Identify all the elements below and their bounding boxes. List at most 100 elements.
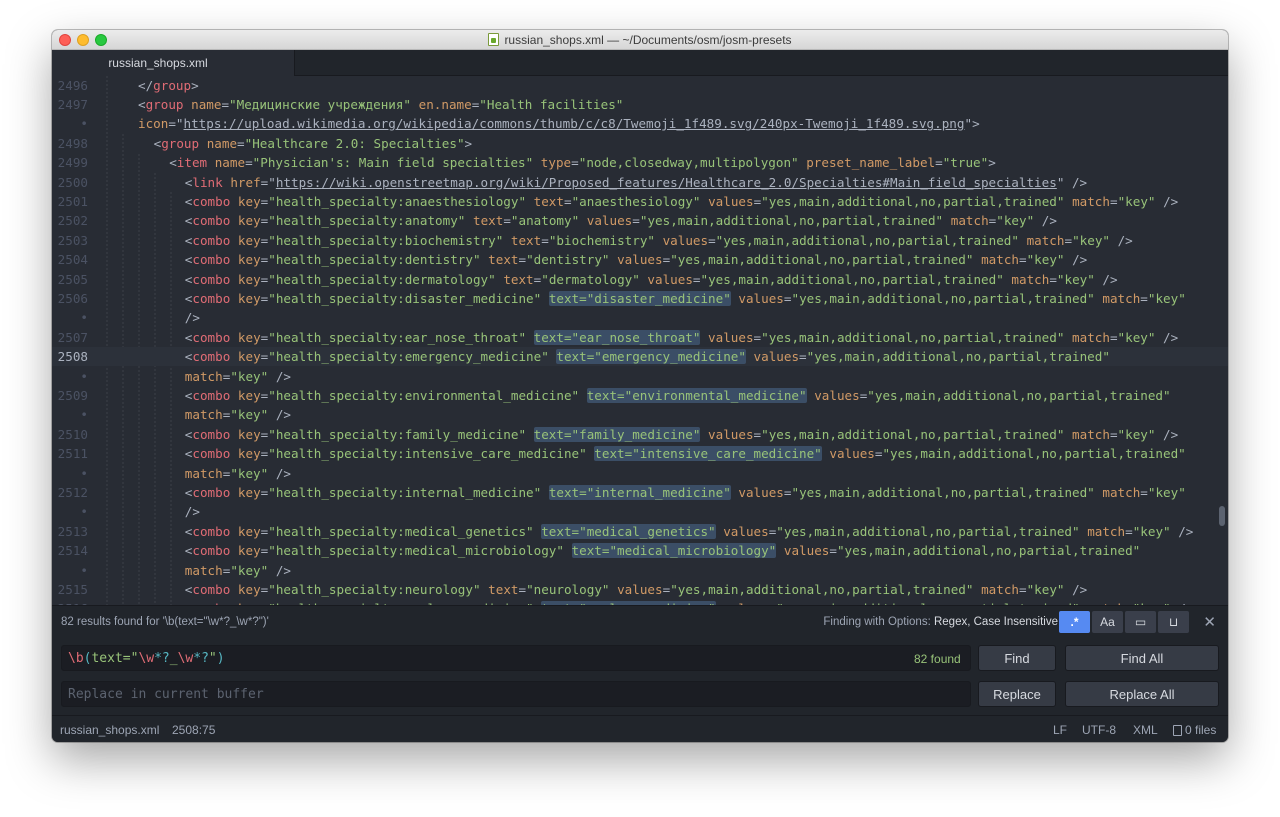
- status-encoding[interactable]: UTF-8: [1082, 723, 1116, 737]
- code-line[interactable]: • match="key" />: [52, 405, 1228, 424]
- code-line[interactable]: 2505 <combo key="health_specialty:dermato…: [52, 270, 1228, 289]
- line-number[interactable]: 2501: [52, 192, 88, 211]
- line-number[interactable]: •: [52, 405, 88, 424]
- code-line[interactable]: 2504 <combo key="health_specialty:dentist…: [52, 250, 1228, 269]
- line-number[interactable]: 2511: [52, 444, 88, 463]
- line-number[interactable]: 2502: [52, 211, 88, 230]
- code-token: "anaesthesiology": [571, 193, 701, 209]
- zoom-window-button[interactable]: [95, 34, 107, 46]
- code-text: <item name="Physician's: Main field spec…: [169, 153, 996, 172]
- line-number[interactable]: 2498: [52, 134, 88, 153]
- line-number[interactable]: •: [52, 308, 88, 327]
- code-line[interactable]: 2503 <combo key="health_specialty:biochem…: [52, 231, 1228, 250]
- code-line[interactable]: 2512 <combo key="health_specialty:interna…: [52, 483, 1228, 502]
- find-options-value: Regex, Case Insensitive: [933, 616, 1058, 628]
- close-window-button[interactable]: [59, 34, 71, 46]
- line-number[interactable]: 2510: [52, 425, 88, 444]
- line-number[interactable]: •: [52, 502, 88, 521]
- code-token: "health_specialty:neurology": [268, 581, 481, 597]
- code-line[interactable]: • />: [52, 308, 1228, 327]
- code-line[interactable]: 2498 <group name="Healthcare 2.0: Special…: [52, 134, 1228, 153]
- code-token: combo: [192, 581, 231, 597]
- code-line[interactable]: 2511 <combo key="health_specialty:intensi…: [52, 444, 1228, 463]
- code-line[interactable]: 2515 <combo key="health_specialty:neurolo…: [52, 580, 1228, 599]
- code-token: =: [541, 232, 549, 248]
- code-token: />: [268, 368, 291, 384]
- line-number[interactable]: •: [52, 561, 88, 580]
- code-line[interactable]: • />: [52, 502, 1228, 521]
- status-file-name[interactable]: russian_shops.xml: [60, 723, 159, 737]
- code-token: "anatomy": [510, 213, 580, 229]
- line-number[interactable]: 2513: [52, 522, 88, 541]
- code-line[interactable]: 2513 <combo key="health_specialty:medical…: [52, 522, 1228, 541]
- code-line[interactable]: 2506 <combo key="health_specialty:disaste…: [52, 289, 1228, 308]
- code-line[interactable]: 2508 <combo key="health_specialty:emergen…: [52, 347, 1228, 367]
- code-text: <combo key="health_specialty:internal_me…: [185, 483, 1186, 502]
- found-count: 82 found: [914, 652, 961, 666]
- code-token: =: [563, 193, 572, 209]
- find-input[interactable]: \b(text=" \w *? _ \w *? "): [61, 645, 971, 671]
- line-number[interactable]: 2503: [52, 231, 88, 250]
- code-token: https://upload.wikimedia.org/wikipedia/c…: [183, 116, 965, 132]
- line-number[interactable]: 2496: [52, 76, 88, 95]
- line-number[interactable]: •: [52, 367, 88, 386]
- tab-russian-shops[interactable]: russian_shops.xml: [52, 50, 295, 76]
- code-editor[interactable]: 2496 </group> 2497 <group name="Медицинские…: [52, 76, 1228, 605]
- find-button[interactable]: Find: [978, 645, 1056, 671]
- line-number[interactable]: 2512: [52, 483, 88, 502]
- close-find-icon[interactable]: ✕: [1203, 613, 1216, 631]
- minimize-window-button[interactable]: [77, 34, 89, 46]
- code-line[interactable]: 2497 <group name="Медицинские учреждения"…: [52, 95, 1228, 114]
- code-line[interactable]: • match="key" />: [52, 464, 1228, 483]
- line-number[interactable]: •: [52, 114, 88, 133]
- line-number[interactable]: 2499: [52, 153, 88, 172]
- line-number[interactable]: 2514: [52, 541, 88, 560]
- replace-input[interactable]: Replace in current buffer: [61, 681, 971, 707]
- code-line[interactable]: 2507 <combo key="health_specialty:ear_nos…: [52, 328, 1228, 347]
- code-token: =: [829, 543, 837, 559]
- status-line-ending[interactable]: LF: [1053, 723, 1067, 737]
- code-token: values: [738, 484, 784, 500]
- code-line[interactable]: 2500 <link href="https://wiki.openstreetm…: [52, 173, 1228, 192]
- whole-word-toggle[interactable]: ⊔: [1158, 611, 1189, 633]
- code-token: =: [692, 271, 701, 287]
- line-number[interactable]: 2505: [52, 270, 88, 289]
- code-token: key: [237, 232, 261, 248]
- line-number[interactable]: 2515: [52, 580, 88, 599]
- replace-all-button[interactable]: Replace All: [1065, 681, 1219, 707]
- code-line[interactable]: 2502 <combo key="health_specialty:anatomy…: [52, 211, 1228, 230]
- code-token: "yes,main,additional,no,partial,trained": [670, 252, 974, 268]
- code-line[interactable]: 2510 <combo key="health_specialty:family_…: [52, 425, 1228, 444]
- selection-toggle[interactable]: ▭: [1125, 611, 1156, 633]
- status-files[interactable]: 0 files: [1173, 723, 1216, 737]
- code-line[interactable]: • match="key" />: [52, 367, 1228, 386]
- code-line[interactable]: • icon="https://upload.wikimedia.org/wiki…: [52, 114, 1228, 133]
- find-all-button[interactable]: Find All: [1065, 645, 1219, 671]
- line-number[interactable]: 2507: [52, 328, 88, 347]
- regex-toggle[interactable]: .*: [1059, 611, 1090, 633]
- code-token: match: [184, 407, 223, 423]
- status-grammar[interactable]: XML: [1133, 723, 1158, 737]
- code-line[interactable]: 2509 <combo key="health_specialty:environ…: [52, 386, 1228, 405]
- line-number[interactable]: 2504: [52, 250, 88, 269]
- line-number[interactable]: 2500: [52, 173, 88, 192]
- code-line[interactable]: 2501 <combo key="health_specialty:anaesth…: [52, 192, 1228, 211]
- code-token: =: [935, 155, 943, 171]
- code-line[interactable]: • match="key" />: [52, 561, 1228, 580]
- line-number[interactable]: 2508: [52, 347, 88, 366]
- line-number[interactable]: •: [52, 464, 88, 483]
- case-toggle[interactable]: Aa: [1092, 611, 1123, 633]
- code-line[interactable]: 2496 </group>: [52, 76, 1228, 95]
- code-line[interactable]: 2499 <item name="Physician's: Main field …: [52, 153, 1228, 172]
- replace-button[interactable]: Replace: [978, 681, 1056, 707]
- code-token: />: [268, 562, 291, 578]
- line-number[interactable]: 2506: [52, 289, 88, 308]
- line-number[interactable]: 2497: [52, 95, 88, 114]
- line-number[interactable]: 2509: [52, 386, 88, 405]
- status-cursor-position[interactable]: 2508:75: [172, 723, 215, 737]
- code-line[interactable]: 2514 <combo key="health_specialty:medical…: [52, 541, 1228, 560]
